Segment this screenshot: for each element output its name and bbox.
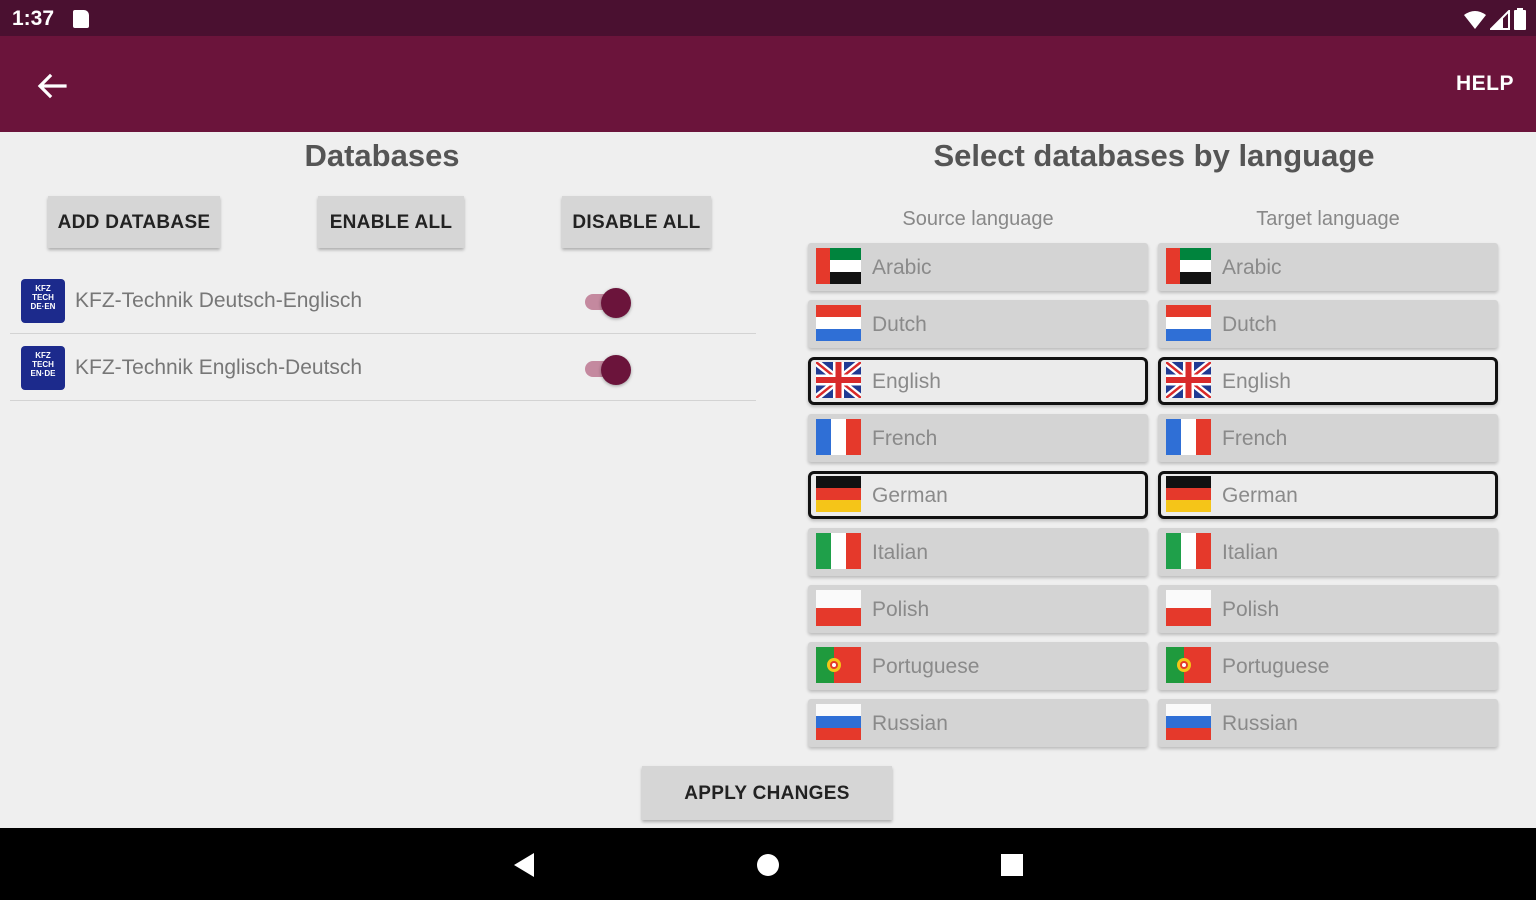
language-label: Portuguese [872, 655, 980, 678]
language-label: Polish [872, 598, 930, 621]
language-label: German [872, 484, 948, 507]
add-database-label: ADD DATABASE [57, 212, 211, 233]
ru-flag-icon [816, 704, 861, 740]
pt-flag-icon [1166, 647, 1211, 683]
source-language-arabic-button[interactable]: Arabic [808, 243, 1148, 291]
language-label: Dutch [1222, 313, 1277, 336]
nav-recents-icon [1001, 854, 1023, 876]
language-label: French [872, 427, 938, 450]
de-flag-icon [1166, 476, 1211, 512]
language-label: Portuguese [1222, 655, 1330, 678]
status-icons [1464, 6, 1526, 30]
arrow-back-icon [37, 73, 67, 99]
language-label: Polish [1222, 598, 1280, 621]
apply-changes-label: APPLY CHANGES [684, 783, 850, 804]
disable-all-label: DISABLE ALL [572, 212, 701, 233]
language-label: Italian [1222, 541, 1279, 564]
add-database-button[interactable]: ADD DATABASE [48, 196, 220, 248]
ae-flag-icon [1166, 248, 1211, 284]
target-language-dutch-button[interactable]: Dutch [1158, 300, 1498, 348]
source-language-french-button[interactable]: French [808, 414, 1148, 462]
target-language-portuguese-button[interactable]: Portuguese [1158, 642, 1498, 690]
uk-flag-icon [1166, 362, 1211, 398]
language-label: Arabic [1222, 256, 1282, 279]
nav-home-button[interactable] [751, 848, 785, 882]
source-language-header: Source language [902, 208, 1054, 230]
status-bar: 1:37 [0, 0, 1536, 36]
uk-flag-icon [816, 362, 861, 398]
target-language-german-button[interactable]: German [1158, 471, 1498, 519]
source-language-polish-button[interactable]: Polish [808, 585, 1148, 633]
nav-recents-button[interactable] [995, 848, 1029, 882]
pl-flag-icon [1166, 590, 1211, 626]
nav-back-button[interactable] [507, 848, 541, 882]
databases-title: Databases [304, 138, 460, 173]
nav-home-icon [757, 854, 779, 876]
enable-all-button[interactable]: ENABLE ALL [318, 196, 464, 248]
target-language-french-button[interactable]: French [1158, 414, 1498, 462]
help-button[interactable]: HELP [1456, 72, 1514, 96]
de-flag-icon [816, 476, 861, 512]
source-language-dutch-button[interactable]: Dutch [808, 300, 1148, 348]
target-language-italian-button[interactable]: Italian [1158, 528, 1498, 576]
language-label: English [1222, 370, 1291, 393]
target-language-header: Target language [1256, 208, 1400, 230]
source-language-portuguese-button[interactable]: Portuguese [808, 642, 1148, 690]
language-label: English [872, 370, 941, 393]
nav-back-icon [514, 853, 534, 877]
pt-flag-icon [816, 647, 861, 683]
source-language-english-button[interactable]: English [808, 357, 1148, 405]
database-icon: KFZ TECH EN·DE [21, 346, 65, 390]
target-language-russian-button[interactable]: Russian [1158, 699, 1498, 747]
source-language-german-button[interactable]: German [808, 471, 1148, 519]
battery-icon [1514, 8, 1526, 30]
database-row[interactable]: KFZ TECH DE·EN KFZ-Technik Deutsch-Englisc… [10, 268, 756, 334]
database-toggle[interactable] [585, 355, 635, 385]
wifi-icon [1464, 11, 1486, 29]
language-label: Russian [1222, 712, 1298, 735]
language-label: Russian [872, 712, 948, 735]
disable-all-button[interactable]: DISABLE ALL [562, 196, 711, 248]
enable-all-label: ENABLE ALL [329, 212, 453, 233]
ru-flag-icon [1166, 704, 1211, 740]
language-label: Dutch [872, 313, 927, 336]
language-label: German [1222, 484, 1298, 507]
it-flag-icon [816, 533, 861, 569]
status-time: 1:37 [12, 7, 55, 30]
database-icon: KFZ TECH DE·EN [21, 279, 65, 323]
language-label: Italian [872, 541, 929, 564]
source-language-italian-button[interactable]: Italian [808, 528, 1148, 576]
app-bar: HELP [0, 36, 1536, 132]
language-label: Arabic [872, 256, 932, 279]
cell-signal-icon [1490, 10, 1510, 30]
ae-flag-icon [816, 248, 861, 284]
navigation-bar [0, 828, 1536, 900]
toggle-thumb [601, 288, 631, 318]
nl-flag-icon [1166, 305, 1211, 341]
database-label: KFZ-Technik Englisch-Deutsch [75, 356, 363, 379]
target-language-english-button[interactable]: English [1158, 357, 1498, 405]
database-toggle[interactable] [585, 288, 635, 318]
target-language-polish-button[interactable]: Polish [1158, 585, 1498, 633]
source-language-russian-button[interactable]: Russian [808, 699, 1148, 747]
target-language-arabic-button[interactable]: Arabic [1158, 243, 1498, 291]
fr-flag-icon [816, 419, 861, 455]
toggle-thumb [601, 355, 631, 385]
sd-card-icon [73, 10, 89, 28]
fr-flag-icon [1166, 419, 1211, 455]
database-label: KFZ-Technik Deutsch-Englisch [75, 289, 363, 312]
back-button[interactable] [30, 64, 74, 108]
nl-flag-icon [816, 305, 861, 341]
language-label: French [1222, 427, 1288, 450]
database-row[interactable]: KFZ TECH EN·DE KFZ-Technik Englisch-Deutsc… [10, 335, 756, 401]
it-flag-icon [1166, 533, 1211, 569]
apply-changes-button[interactable]: APPLY CHANGES [642, 766, 892, 820]
pl-flag-icon [816, 590, 861, 626]
language-select-title: Select databases by language [933, 138, 1375, 173]
